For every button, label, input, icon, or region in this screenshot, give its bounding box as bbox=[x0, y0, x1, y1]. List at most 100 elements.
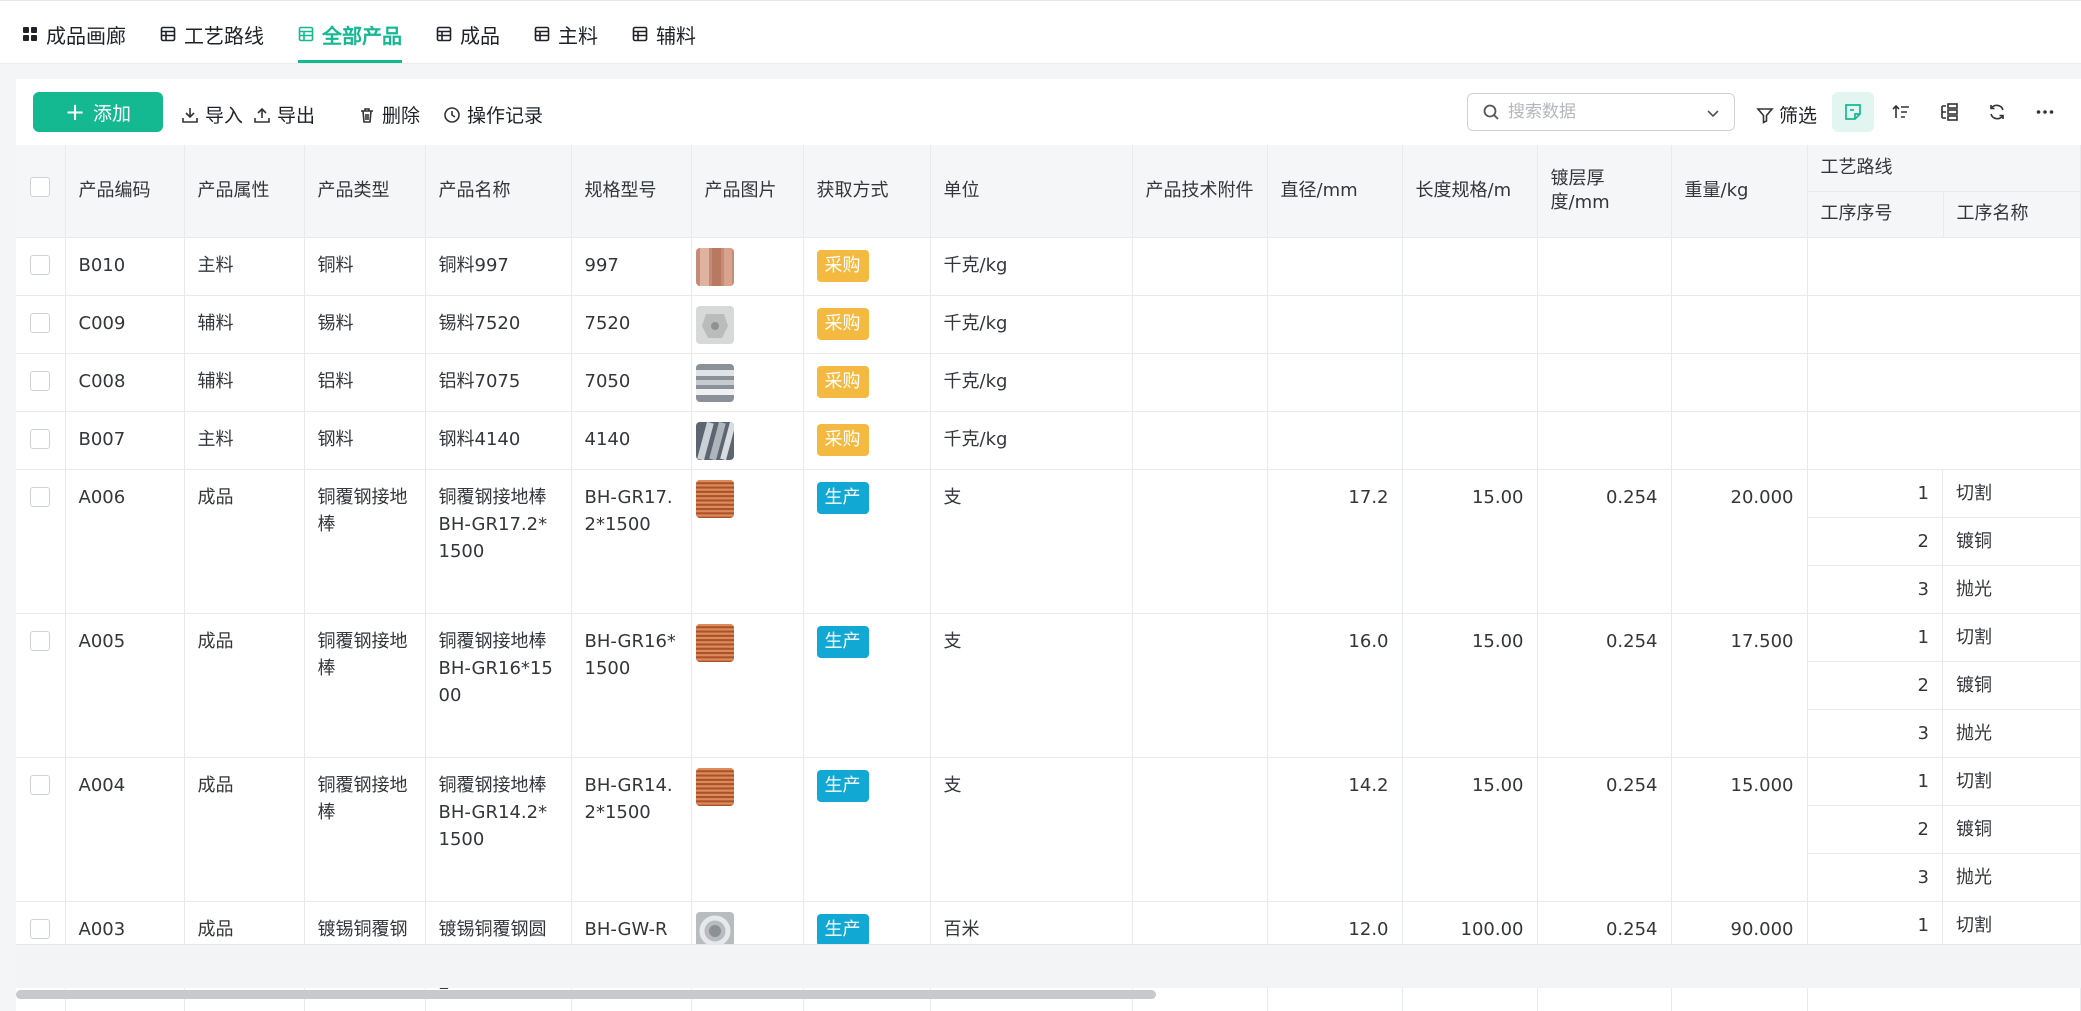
cell-code: A004 bbox=[65, 757, 185, 902]
table-row[interactable]: B007 主料 钢料 钢料4140 4140 采购 千克/kg bbox=[16, 411, 2081, 470]
tab-2[interactable]: 全部产品 bbox=[298, 21, 402, 63]
cell-name: 铜覆钢接地棒BH-GR16*1500 bbox=[425, 613, 572, 758]
row-select-cell bbox=[16, 353, 66, 412]
plus-icon: + bbox=[64, 98, 86, 126]
more-button[interactable] bbox=[2024, 92, 2066, 132]
cell-spec: BH-GR14.2*1500 bbox=[571, 757, 692, 902]
table-icon bbox=[436, 26, 452, 42]
col-code[interactable]: 产品编码 bbox=[65, 145, 185, 238]
col-attachment[interactable]: 产品技术附件 bbox=[1132, 145, 1268, 238]
col-unit[interactable]: 单位 bbox=[930, 145, 1133, 238]
table-row[interactable]: A006 成品 铜覆钢接地棒 铜覆钢接地棒BH-GR17.2*1500 BH-G… bbox=[16, 469, 2081, 614]
row-checkbox[interactable] bbox=[30, 774, 51, 795]
step-seq: 1 bbox=[1807, 757, 1943, 806]
copper-coil-thumbnail[interactable] bbox=[695, 479, 734, 518]
add-button[interactable]: + 添加 bbox=[33, 92, 163, 132]
col-length[interactable]: 长度规格/m bbox=[1402, 145, 1538, 238]
cell-diameter bbox=[1267, 411, 1403, 470]
import-button[interactable]: 导入 bbox=[181, 101, 243, 128]
row-checkbox[interactable] bbox=[30, 312, 51, 333]
cell-type: 铜料 bbox=[304, 237, 426, 296]
cell-image bbox=[691, 757, 804, 902]
row-checkbox[interactable] bbox=[30, 630, 51, 651]
row-checkbox[interactable] bbox=[30, 918, 51, 939]
cell-attr: 成品 bbox=[184, 613, 305, 758]
route-step: 1 切割 bbox=[1807, 901, 2081, 949]
acquire-tag: 采购 bbox=[816, 249, 869, 282]
acquire-tag: 采购 bbox=[816, 365, 869, 398]
step-seq: 1 bbox=[1807, 901, 1943, 949]
cell-route bbox=[1807, 353, 2081, 412]
col-acquire[interactable]: 获取方式 bbox=[803, 145, 931, 238]
cell-diameter bbox=[1267, 353, 1403, 412]
row-checkbox[interactable] bbox=[30, 486, 51, 507]
col-weight[interactable]: 重量/kg bbox=[1671, 145, 1808, 238]
col-image[interactable]: 产品图片 bbox=[691, 145, 804, 238]
tin-clamp-thumbnail[interactable] bbox=[695, 305, 734, 344]
table-row[interactable]: B010 主料 铜料 铜料997 997 采购 千克/kg bbox=[16, 237, 2081, 296]
route-step: 3 抛光 bbox=[1807, 709, 2081, 757]
card-view-button[interactable] bbox=[1832, 92, 1874, 132]
row-checkbox[interactable] bbox=[30, 428, 51, 449]
export-button[interactable]: 导出 bbox=[253, 101, 315, 128]
tab-1[interactable]: 工艺路线 bbox=[160, 21, 264, 48]
table-row[interactable]: C008 辅料 铝料 铝料7075 7050 采购 千克/kg bbox=[16, 353, 2081, 412]
select-all-checkbox[interactable] bbox=[30, 177, 51, 198]
col-name[interactable]: 产品名称 bbox=[425, 145, 572, 238]
cell-diameter bbox=[1267, 295, 1403, 354]
cell-image bbox=[691, 469, 804, 614]
clock-icon bbox=[444, 106, 460, 123]
refresh-button[interactable] bbox=[1976, 92, 2018, 132]
col-route-group[interactable]: 工艺路线 bbox=[1807, 145, 2081, 192]
row-checkbox[interactable] bbox=[30, 370, 51, 391]
tab-3[interactable]: 成品 bbox=[436, 21, 500, 48]
cell-length bbox=[1402, 353, 1538, 412]
history-button[interactable]: 操作记录 bbox=[443, 101, 543, 128]
row-checkbox[interactable] bbox=[30, 254, 51, 275]
search-box[interactable] bbox=[1467, 93, 1735, 131]
horizontal-scrollbar[interactable] bbox=[16, 990, 1156, 999]
route-steps: 1 切割 2 镀铜 3 抛光 bbox=[1807, 613, 2081, 757]
col-diameter[interactable]: 直径/mm bbox=[1267, 145, 1403, 238]
cell-unit: 支 bbox=[930, 469, 1133, 614]
steel-bar-thumbnail[interactable] bbox=[695, 421, 734, 460]
tab-label: 成品 bbox=[460, 23, 500, 48]
delete-button[interactable]: 删除 bbox=[358, 101, 420, 128]
table-row[interactable]: A005 成品 铜覆钢接地棒 铜覆钢接地棒BH-GR16*1500 BH-GR1… bbox=[16, 613, 2081, 758]
cell-coating bbox=[1537, 411, 1672, 470]
search-input[interactable] bbox=[1508, 102, 1698, 122]
aluminum-sheet-thumbnail[interactable] bbox=[695, 363, 734, 402]
copper-coil-thumbnail[interactable] bbox=[695, 623, 734, 662]
table-row[interactable]: A004 成品 铜覆钢接地棒 铜覆钢接地棒BH-GR14.2*1500 BH-G… bbox=[16, 757, 2081, 902]
toolbar: + 添加 导入 导出 删除 操作记录 筛选 bbox=[16, 79, 2081, 145]
tab-5[interactable]: 辅料 bbox=[632, 21, 696, 48]
col-spec[interactable]: 规格型号 bbox=[571, 145, 692, 238]
cell-weight bbox=[1671, 237, 1808, 296]
cell-acquire: 生产 bbox=[803, 613, 931, 758]
cell-attr: 成品 bbox=[184, 757, 305, 902]
cell-weight: 17.500 bbox=[1671, 613, 1808, 758]
row-select-cell bbox=[16, 411, 66, 470]
col-proc[interactable]: 工序名称 bbox=[1943, 191, 2081, 238]
tab-4[interactable]: 主料 bbox=[534, 21, 598, 48]
copper-coil-thumbnail[interactable] bbox=[695, 767, 734, 806]
route-step: 2 镀铜 bbox=[1807, 661, 2080, 710]
cell-image bbox=[691, 353, 804, 412]
group-button[interactable] bbox=[1928, 92, 1970, 132]
col-coating[interactable]: 镀层厚度/mm bbox=[1537, 145, 1672, 238]
step-name: 镀铜 bbox=[1942, 805, 2080, 854]
col-type[interactable]: 产品类型 bbox=[304, 145, 426, 238]
cell-image bbox=[691, 295, 804, 354]
chevron-down-icon[interactable] bbox=[1704, 104, 1722, 122]
table-row[interactable]: C009 辅料 锡料 锡料7520 7520 采购 千克/kg bbox=[16, 295, 2081, 354]
cell-length: 15.00 bbox=[1402, 613, 1538, 758]
cell-unit: 千克/kg bbox=[930, 411, 1133, 470]
col-attr[interactable]: 产品属性 bbox=[184, 145, 305, 238]
col-seq[interactable]: 工序序号 bbox=[1807, 191, 1944, 238]
copper-rod-thumbnail[interactable] bbox=[695, 247, 734, 286]
tab-0[interactable]: 成品画廊 bbox=[22, 21, 126, 48]
filter-button[interactable]: 筛选 bbox=[1756, 101, 1817, 128]
filter-icon bbox=[1756, 107, 1774, 124]
sort-button[interactable] bbox=[1880, 92, 1922, 132]
cell-acquire: 采购 bbox=[803, 411, 931, 470]
